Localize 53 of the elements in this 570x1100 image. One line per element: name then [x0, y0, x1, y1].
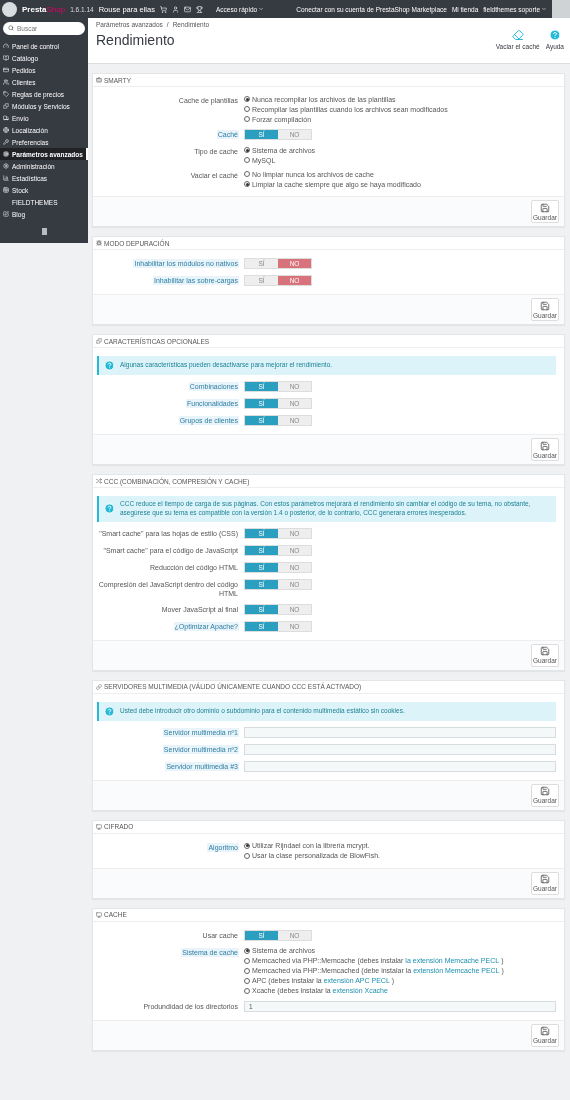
user-icon[interactable]	[171, 5, 179, 13]
save-icon	[540, 786, 550, 797]
truck-icon	[3, 115, 9, 121]
globe-icon	[3, 127, 9, 133]
save-icon	[540, 300, 550, 311]
arrows-icon	[96, 478, 102, 484]
radio-button[interactable]	[244, 96, 250, 102]
bar-chart-icon	[3, 175, 9, 181]
eraser-icon	[511, 29, 524, 41]
book-icon	[3, 55, 9, 61]
caret-icon[interactable]	[258, 6, 265, 12]
monitor-icon	[96, 823, 102, 830]
radio-button[interactable]	[244, 181, 250, 187]
save-icon	[540, 646, 550, 657]
help-icon	[104, 503, 115, 515]
card-icon	[3, 67, 9, 73]
save-icon	[540, 1026, 550, 1037]
help-icon	[104, 705, 115, 717]
cart-icon[interactable]	[159, 5, 167, 13]
text-field[interactable]	[244, 726, 556, 738]
wrench-icon	[3, 139, 9, 145]
save-icon	[540, 874, 550, 885]
users-icon	[3, 79, 9, 85]
bug-icon	[96, 240, 102, 246]
mail-icon[interactable]	[183, 5, 191, 13]
brand-name: Shop	[46, 4, 66, 14]
briefcase-icon	[96, 77, 102, 83]
help-icon	[104, 360, 115, 371]
puzzle-icon	[96, 338, 102, 344]
search-icon[interactable]	[8, 25, 14, 31]
trophy-icon[interactable]	[195, 5, 203, 13]
gauge-icon	[3, 43, 9, 49]
link-icon	[96, 683, 102, 690]
tag-icon	[3, 91, 9, 97]
page-title: Rendimiento	[96, 32, 176, 48]
caret-icon[interactable]	[541, 6, 547, 12]
settings-icon	[3, 163, 9, 169]
save-icon	[540, 440, 550, 451]
table-icon	[3, 187, 9, 193]
radio-button[interactable]	[244, 842, 250, 849]
radio-button[interactable]	[244, 147, 250, 153]
collapse-icon[interactable]	[41, 228, 47, 235]
monitor-icon	[96, 911, 102, 918]
text-field[interactable]	[244, 760, 556, 772]
puzzle-icon	[3, 103, 9, 109]
text-field[interactable]	[244, 743, 556, 755]
brand-name: Presta	[22, 4, 47, 14]
help-icon	[548, 29, 561, 41]
save-icon	[540, 202, 550, 213]
radio-button[interactable]	[244, 947, 250, 954]
pencil-icon	[3, 211, 9, 217]
logo-icon	[2, 1, 17, 17]
gears-icon	[3, 151, 9, 157]
